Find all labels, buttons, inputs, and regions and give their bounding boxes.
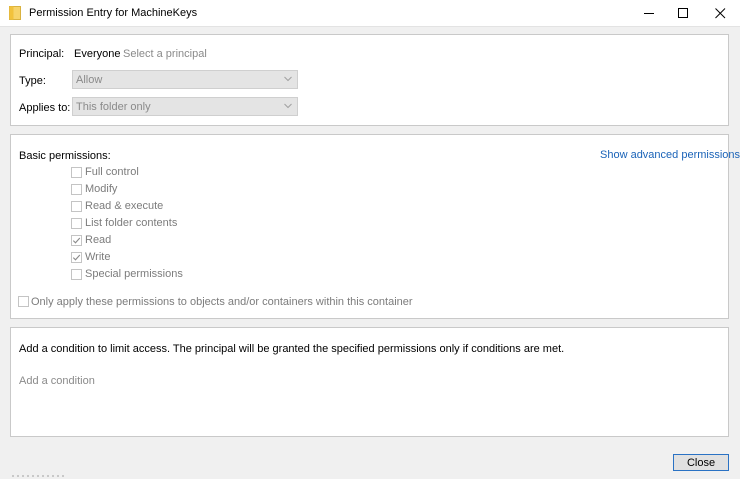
permission-checkbox[interactable] bbox=[71, 201, 82, 212]
close-window-button[interactable] bbox=[702, 0, 738, 26]
type-dropdown[interactable]: Allow bbox=[72, 70, 298, 89]
permission-label: List folder contents bbox=[85, 217, 178, 229]
close-button[interactable]: Close bbox=[673, 454, 729, 471]
permission-checkbox[interactable] bbox=[71, 167, 82, 178]
show-advanced-permissions-link[interactable]: Show advanced permissions bbox=[600, 149, 740, 161]
select-principal-link[interactable]: Select a principal bbox=[123, 48, 207, 60]
principal-panel: Principal: Everyone Select a principal T… bbox=[10, 34, 729, 126]
permission-label: Full control bbox=[85, 166, 139, 178]
permission-checkbox[interactable] bbox=[71, 218, 82, 229]
close-icon bbox=[714, 7, 725, 18]
window-title: Permission Entry for MachineKeys bbox=[29, 7, 198, 19]
permission-label: Special permissions bbox=[85, 268, 183, 280]
permission-label: Write bbox=[85, 251, 111, 263]
checkmark-icon bbox=[72, 254, 81, 261]
applies-to-dropdown[interactable]: This folder only bbox=[72, 97, 298, 116]
condition-panel: Add a condition to limit access. The pri… bbox=[10, 327, 729, 437]
condition-description: Add a condition to limit access. The pri… bbox=[19, 343, 565, 355]
minimize-icon bbox=[643, 12, 654, 14]
only-apply-checkbox[interactable] bbox=[18, 296, 29, 307]
type-label: Type: bbox=[19, 75, 46, 87]
permissions-panel: Basic permissions: Show advanced permiss… bbox=[10, 134, 740, 319]
checkmark-icon bbox=[72, 237, 81, 244]
permission-label: Read & execute bbox=[85, 200, 164, 212]
folder-icon bbox=[9, 6, 21, 20]
add-condition-link[interactable]: Add a condition bbox=[19, 375, 95, 387]
title-bar: Permission Entry for MachineKeys bbox=[0, 0, 740, 26]
permission-checkbox[interactable] bbox=[71, 184, 82, 195]
chevron-down-icon bbox=[284, 103, 292, 109]
only-apply-label: Only apply these permissions to objects … bbox=[31, 296, 413, 308]
permission-checkbox[interactable] bbox=[71, 269, 82, 280]
principal-value: Everyone bbox=[74, 48, 121, 60]
basic-permissions-heading: Basic permissions: bbox=[19, 150, 111, 162]
maximize-icon bbox=[677, 7, 688, 18]
permission-label: Modify bbox=[85, 183, 118, 195]
applies-to-label: Applies to: bbox=[19, 102, 71, 114]
permission-checkbox[interactable] bbox=[71, 235, 82, 246]
chevron-down-icon bbox=[284, 76, 292, 82]
maximize-button[interactable] bbox=[665, 0, 701, 26]
type-dropdown-value: Allow bbox=[76, 74, 103, 86]
applies-to-dropdown-value: This folder only bbox=[76, 101, 151, 113]
principal-label: Principal: bbox=[19, 48, 65, 60]
permission-label: Read bbox=[85, 234, 112, 246]
resize-grip-icon[interactable] bbox=[0, 471, 740, 478]
permission-checkbox[interactable] bbox=[71, 252, 82, 263]
minimize-button[interactable] bbox=[631, 0, 667, 26]
